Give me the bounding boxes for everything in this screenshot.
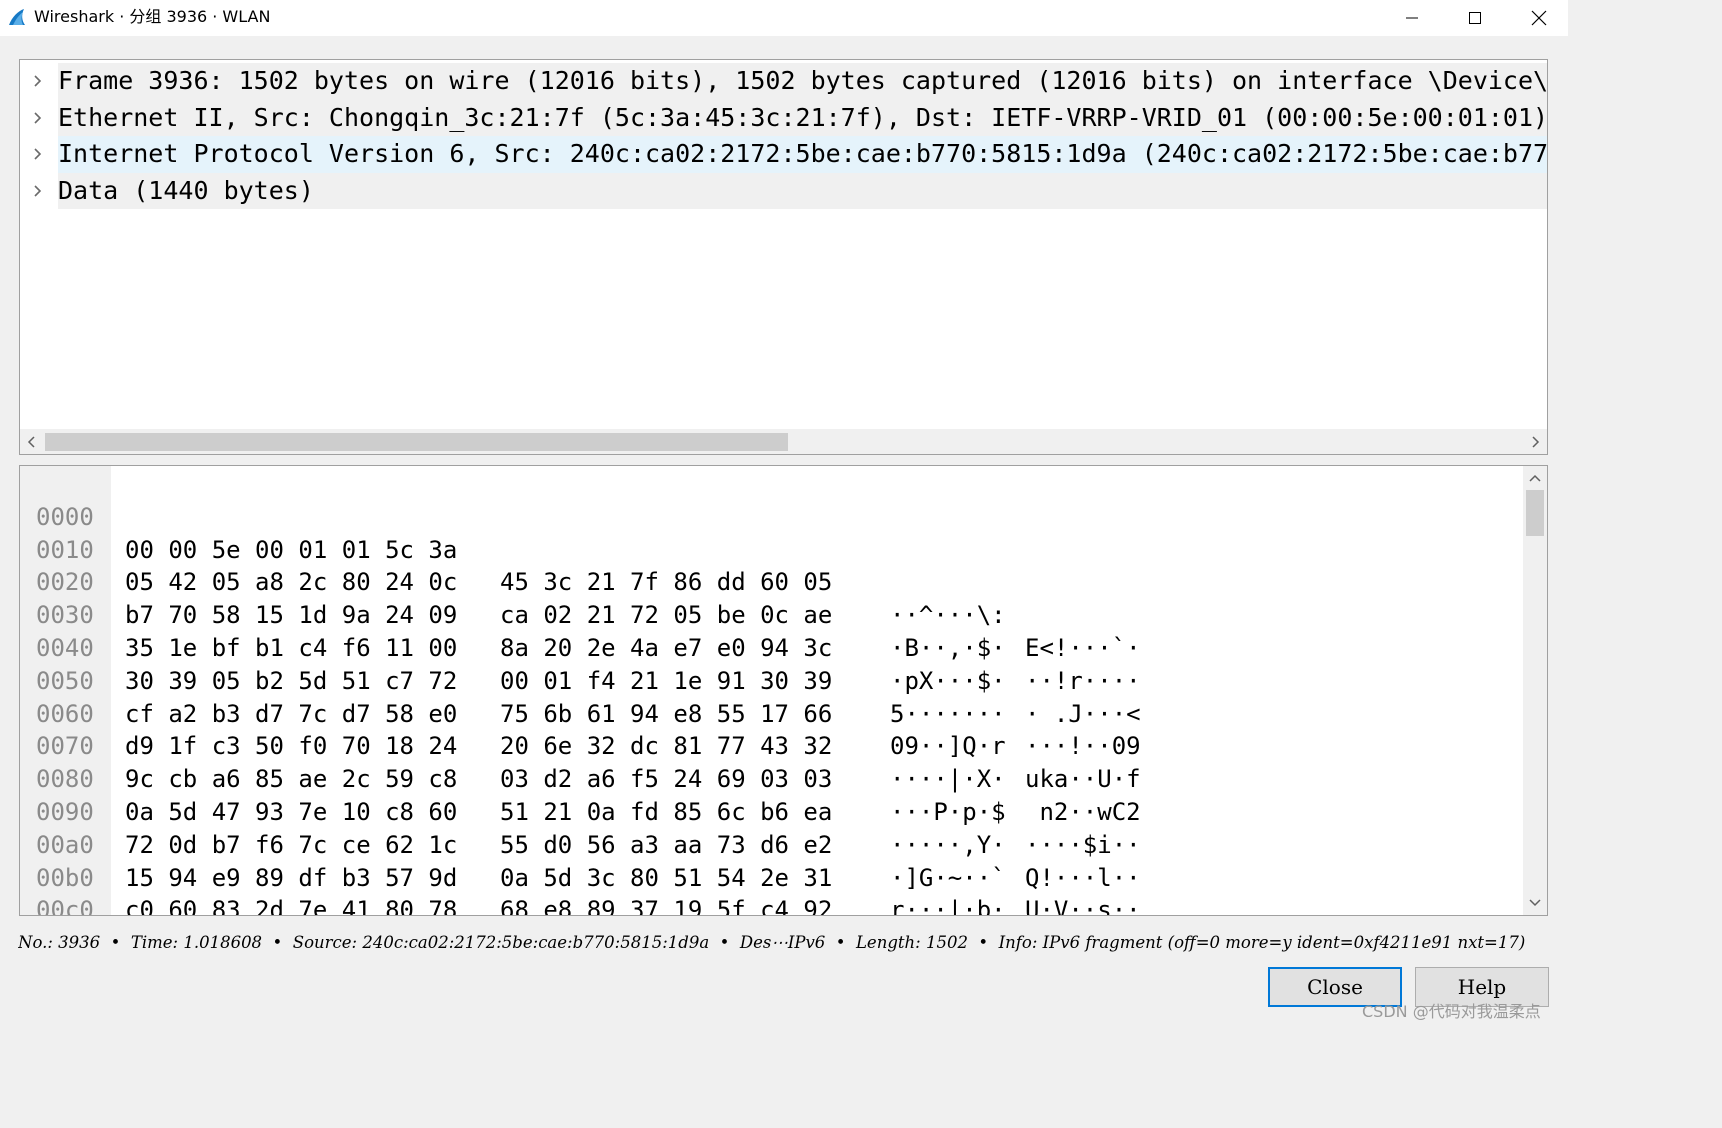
ascii-second[interactable]: ··!r····: [1025, 665, 1141, 698]
hex-bytes-first[interactable]: b7 70 58 15 1d 9a 24 09: [125, 599, 457, 632]
maximize-button[interactable]: [1452, 0, 1498, 36]
hex-bytes-first[interactable]: 00 00 5e 00 01 01 5c 3a: [125, 534, 457, 567]
maximize-icon: [1468, 11, 1482, 25]
window-title: Wireshark · 分组 3936 · WLAN: [34, 7, 271, 26]
hex-bytes-first[interactable]: 05 42 05 a8 2c 80 24 0c: [125, 566, 457, 599]
packet-bytes-pane[interactable]: 0000 00 00 5e 00 01 01 5c 3a 45 3c 21 7f…: [19, 465, 1548, 916]
horizontal-scroll-thumb[interactable]: [45, 433, 788, 451]
hex-line[interactable]: 00c0 bb b7 7e 50 7f bf 38 ce 4f 2d 46 11…: [20, 862, 107, 915]
hex-bytes-first[interactable]: 30 39 05 b2 5d 51 c7 72: [125, 665, 457, 698]
packet-details-tree[interactable]: Frame 3936: 1502 bytes on wire (12016 bi…: [19, 59, 1548, 455]
hex-line[interactable]: 0060 d9 1f c3 50 f0 70 18 24 03 d2 a6 f5…: [20, 665, 1141, 859]
packet-summary-line: No.: 3936 • Time: 1.018608 • Source: 240…: [18, 933, 1526, 952]
scroll-left-icon[interactable]: [20, 430, 44, 454]
hex-bytes-first[interactable]: cf a2 b3 d7 7c d7 58 e0: [125, 698, 457, 731]
ascii-first[interactable]: ·B··,·$·: [890, 632, 1006, 665]
tree-row-label: Frame 3936: 1502 bytes on wire (12016 bi…: [58, 63, 1547, 100]
ascii-first[interactable]: 5·······: [890, 698, 1006, 731]
hex-line[interactable]: 0030 35 1e bf b1 c4 f6 11 00 00 01 f4 21…: [20, 566, 1141, 760]
ascii-second[interactable]: · .J···<: [1025, 698, 1141, 731]
tree-rows: Frame 3936: 1502 bytes on wire (12016 bi…: [20, 60, 1547, 209]
ascii-second[interactable]: U·V··s··: [1025, 894, 1141, 915]
hex-bytes-first[interactable]: 35 1e bf b1 c4 f6 11 00: [125, 632, 457, 665]
ascii-second[interactable]: E<!···`·: [1025, 632, 1141, 665]
scroll-right-icon[interactable]: [1523, 430, 1547, 454]
horizontal-scrollbar[interactable]: [20, 429, 1547, 454]
ascii-first[interactable]: ···P·p·$: [890, 796, 1006, 829]
hex-bytes-second[interactable]: 68 e8 89 37 19 5f c4 92: [500, 894, 832, 915]
hex-bytes-second[interactable]: 75 6b 61 94 e8 55 17 66: [500, 698, 832, 731]
tree-row-ipv6[interactable]: Internet Protocol Version 6, Src: 240c:c…: [20, 136, 1547, 173]
hex-lines: 0000 00 00 5e 00 01 01 5c 3a 45 3c 21 7f…: [20, 468, 1141, 915]
hex-bytes-second[interactable]: 51 21 0a fd 85 6c b6 ea: [500, 796, 832, 829]
ascii-second[interactable]: uka··U·f: [1025, 763, 1141, 796]
hex-bytes-first[interactable]: 72 0d b7 f6 7c ce 62 1c: [125, 829, 457, 862]
scroll-up-icon[interactable]: [1523, 468, 1547, 490]
minimize-button[interactable]: [1389, 0, 1435, 36]
tree-row-data[interactable]: Data (1440 bytes): [20, 172, 1547, 209]
minimize-icon: [1405, 11, 1419, 25]
ascii-second[interactable]: ···!··09: [1025, 730, 1141, 763]
scroll-down-icon[interactable]: [1523, 891, 1547, 913]
ascii-first[interactable]: ·]G·~··`: [890, 862, 1006, 895]
close-icon: [1531, 10, 1547, 26]
hex-bytes-first[interactable]: c0 60 83 2d 7e 41 80 78: [125, 894, 457, 915]
hex-line[interactable]: 00b0 c0 60 83 2d 7e 41 80 78 3e 77 3a 70…: [20, 829, 457, 915]
watermark: CSDN @代码对我温柔点: [1362, 1002, 1541, 1021]
hex-bytes-second[interactable]: 20 6e 32 dc 81 77 43 32: [500, 730, 832, 763]
wireshark-fin-icon: [8, 7, 28, 27]
chevron-right-icon[interactable]: [30, 109, 46, 127]
tree-row-label: Ethernet II, Src: Chongqin_3c:21:7f (5c:…: [58, 99, 1547, 136]
hex-line[interactable]: 0040 30 39 05 b2 5d 51 c7 72 75 6b 61 94…: [20, 599, 1141, 793]
hex-line[interactable]: 0000 00 00 5e 00 01 01 5c 3a 45 3c 21 7f…: [20, 468, 1141, 662]
ascii-first[interactable]: r···|·b·: [890, 894, 1006, 915]
hex-offset: 00c0: [36, 896, 94, 916]
close-window-button[interactable]: [1516, 0, 1562, 36]
ascii-second[interactable]: ····$i··: [1025, 829, 1141, 862]
ascii-second[interactable]: n2··wC2: [1025, 796, 1140, 829]
chevron-right-icon[interactable]: [30, 145, 46, 163]
hex-bytes-first[interactable]: 0a 5d 47 93 7e 10 c8 60: [125, 796, 457, 829]
ascii-first[interactable]: 09··]Q·r: [890, 730, 1006, 763]
hex-bytes-second[interactable]: ca 02 21 72 05 be 0c ae: [500, 599, 832, 632]
hex-bytes-second[interactable]: 0a 5d 3c 80 51 54 2e 31: [500, 862, 832, 895]
hex-bytes-first[interactable]: 9c cb a6 85 ae 2c 59 c8: [125, 763, 457, 796]
hex-line[interactable]: 0010 05 42 05 a8 2c 80 24 0c ca 02 21 72…: [20, 501, 1141, 695]
hex-line[interactable]: 0080 0a 5d 47 93 7e 10 c8 60 55 d0 56 a3…: [20, 730, 1141, 915]
hex-bytes-first[interactable]: 15 94 e9 89 df b3 57 9d: [125, 862, 457, 895]
hex-bytes-second[interactable]: 55 d0 56 a3 aa 73 d6 e2: [500, 829, 832, 862]
hex-line[interactable]: 00a0 15 94 e9 89 df b3 57 9d 68 e8 89 37…: [20, 796, 832, 915]
hex-bytes-second[interactable]: 45 3c 21 7f 86 dd 60 05: [500, 566, 832, 599]
tree-row-ethernet[interactable]: Ethernet II, Src: Chongqin_3c:21:7f (5c:…: [20, 99, 1547, 136]
tree-row-label: Internet Protocol Version 6, Src: 240c:c…: [58, 136, 1547, 173]
title-bar[interactable]: Wireshark · 分组 3936 · WLAN: [0, 0, 1568, 36]
hex-bytes-first[interactable]: d9 1f c3 50 f0 70 18 24: [125, 730, 457, 763]
ascii-first[interactable]: ··^···\:: [890, 599, 1006, 632]
hex-bytes-second[interactable]: 8a 20 2e 4a e7 e0 94 3c: [500, 632, 832, 665]
chevron-right-icon[interactable]: [30, 182, 46, 200]
hex-line[interactable]: 0070 9c cb a6 85 ae 2c 59 c8 51 21 0a fd…: [20, 698, 1141, 891]
vertical-scroll-thumb[interactable]: [1526, 490, 1544, 536]
ascii-first[interactable]: ····|·X·: [890, 763, 1006, 796]
ascii-first[interactable]: ·····,Y·: [890, 829, 1006, 862]
chevron-right-icon[interactable]: [30, 72, 46, 90]
vertical-scrollbar[interactable]: [1523, 466, 1547, 915]
hex-line[interactable]: 0090 72 0d b7 f6 7c ce 62 1c 0a 5d 3c 80…: [20, 763, 1006, 915]
tree-row-frame[interactable]: Frame 3936: 1502 bytes on wire (12016 bi…: [20, 63, 1547, 100]
hex-bytes-second[interactable]: 00 01 f4 21 1e 91 30 39: [500, 665, 832, 698]
hex-line[interactable]: 0020 b7 70 58 15 1d 9a 24 09 8a 20 2e 4a…: [20, 534, 1141, 727]
tree-row-label: Data (1440 bytes): [58, 172, 1547, 209]
hex-bytes-second[interactable]: 03 d2 a6 f5 24 69 03 03: [500, 763, 832, 796]
ascii-second[interactable]: Q!···l··: [1025, 862, 1141, 895]
ascii-first[interactable]: ·pX···$·: [890, 665, 1006, 698]
hex-line[interactable]: 0050 cf a2 b3 d7 7c d7 58 e0 20 6e 32 dc…: [20, 632, 1141, 826]
